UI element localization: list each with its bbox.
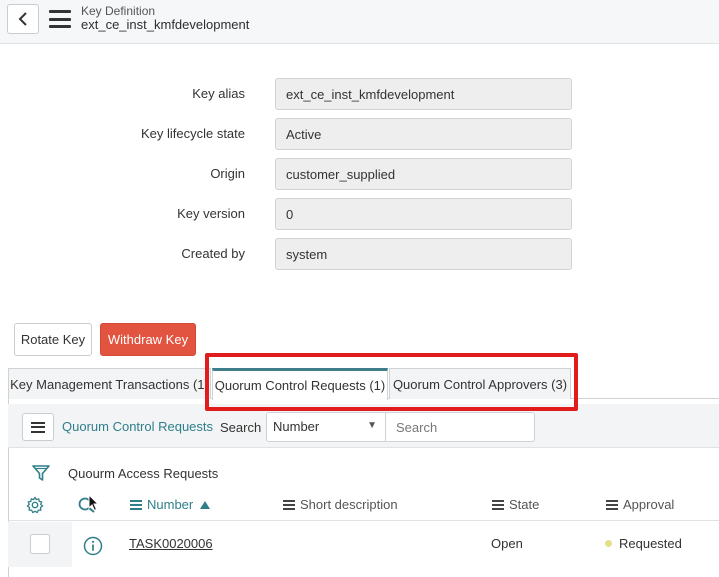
page-header: Key Definition ext_ce_inst_kmfdevelopmen… <box>0 0 719 44</box>
field-row-lifecycle-state: Key lifecycle state Active <box>0 118 719 150</box>
status-dot-icon <box>605 540 612 547</box>
tab-quorum-control-requests[interactable]: Quorum Control Requests (1) <box>212 368 388 400</box>
key-version-field[interactable]: 0 <box>275 198 572 230</box>
filter-icon[interactable] <box>31 463 51 483</box>
field-row-key-version: Key version 0 <box>0 198 719 230</box>
header-titles: Key Definition ext_ce_inst_kmfdevelopmen… <box>81 4 249 32</box>
row-checkbox[interactable] <box>30 534 50 554</box>
key-definition-form: Key alias ext_ce_inst_kmfdevelopment Key… <box>0 44 719 324</box>
column-menu-icon <box>606 499 618 510</box>
rotate-key-button[interactable]: Rotate Key <box>14 323 92 356</box>
column-short-description-label: Short description <box>300 497 398 512</box>
list-menu-button[interactable] <box>22 413 54 441</box>
field-label: Key alias <box>192 86 245 101</box>
row-number-link[interactable]: TASK0020006 <box>129 536 213 551</box>
sort-ascending-icon <box>200 500 211 509</box>
field-label: Key lifecycle state <box>140 126 245 141</box>
column-approval[interactable]: Approval <box>606 497 674 512</box>
column-menu-icon <box>492 499 504 510</box>
tab-quorum-control-approvers[interactable]: Quorum Control Approvers (3) <box>389 368 571 399</box>
key-alias-field[interactable]: ext_ce_inst_kmfdevelopment <box>275 78 572 110</box>
search-label: Search <box>220 420 262 435</box>
filter-breadcrumb[interactable]: Quourm Access Requests <box>68 466 218 481</box>
mouse-cursor-icon <box>88 494 100 512</box>
back-button[interactable] <box>7 4 39 34</box>
column-state-label: State <box>509 497 540 512</box>
info-icon[interactable] <box>83 536 103 556</box>
withdraw-key-button[interactable]: Withdraw Key <box>100 323 196 356</box>
search-field-select[interactable]: Number ▼ <box>266 412 386 442</box>
origin-field[interactable]: customer_supplied <box>275 158 572 190</box>
column-state[interactable]: State <box>492 497 539 512</box>
column-short-description[interactable]: Short description <box>283 497 398 512</box>
field-label: Created by <box>181 246 245 261</box>
column-number[interactable]: Number <box>130 497 211 512</box>
field-label: Key version <box>177 206 245 221</box>
field-row-created-by: Created by system <box>0 238 719 270</box>
record-type: Key Definition <box>81 4 156 18</box>
tab-key-management-transactions[interactable]: Key Management Transactions (1) <box>8 368 211 399</box>
record-title: ext_ce_inst_kmfdevelopment <box>81 17 250 32</box>
row-state: Open <box>491 536 523 551</box>
row-approval-label: Requested <box>619 536 682 551</box>
search-input[interactable]: Search <box>385 412 535 442</box>
column-approval-label: Approval <box>623 497 675 512</box>
chevron-left-icon <box>18 12 27 26</box>
search-field-value: Number <box>273 419 320 434</box>
row-approval: Requested <box>605 536 682 551</box>
menu-icon[interactable] <box>49 10 71 28</box>
column-menu-icon <box>130 499 142 510</box>
column-menu-icon <box>283 499 295 510</box>
caret-down-icon: ▼ <box>367 420 377 431</box>
field-row-origin: Origin customer_supplied <box>0 158 719 190</box>
created-by-field[interactable]: system <box>275 238 572 270</box>
lifecycle-state-field[interactable]: Active <box>275 118 572 150</box>
column-number-label: Number <box>147 497 194 512</box>
field-label: Origin <box>210 166 245 181</box>
field-row-key-alias: Key alias ext_ce_inst_kmfdevelopment <box>0 78 719 110</box>
list-title[interactable]: Quorum Control Requests <box>62 419 213 434</box>
gear-icon[interactable] <box>26 496 44 514</box>
hamburger-icon <box>31 421 45 433</box>
